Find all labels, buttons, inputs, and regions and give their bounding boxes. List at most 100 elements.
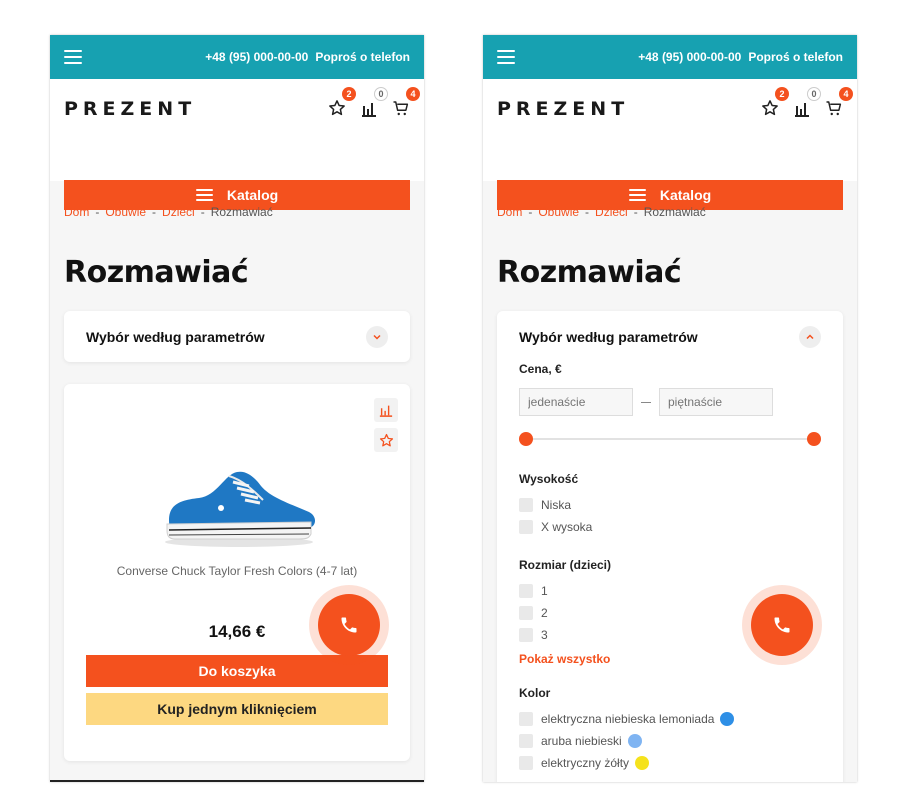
option-label: Niska [541, 498, 572, 512]
phone-icon [774, 617, 790, 633]
option-label: 1 [541, 584, 548, 598]
chevron-up-icon[interactable] [799, 325, 821, 348]
price-slider-track [525, 438, 815, 440]
option-label: 2 [541, 606, 548, 620]
height-filter-group: Wysokość Niska X wysoka [519, 472, 821, 538]
cart-button[interactable]: 4 [823, 87, 853, 117]
color-option[interactable]: elektryczna niebieska lemoniada [519, 708, 821, 730]
card-actions [374, 398, 398, 452]
color-option[interactable]: aruba niebieski [519, 730, 821, 752]
favorites-button[interactable]: 2 [326, 87, 356, 117]
color-swatch [627, 734, 642, 748]
breadcrumb-home[interactable]: Dom [497, 205, 522, 219]
breadcrumb-current: Rozmawiać [643, 205, 706, 219]
favorites-badge: 2 [342, 87, 356, 101]
cart-button[interactable]: 4 [390, 87, 420, 117]
breadcrumb: Dom - Obuwie - Dzieci - Rozmawiać [497, 205, 706, 219]
product-image[interactable] [159, 464, 319, 554]
option-label: 3 [541, 628, 548, 642]
product-name[interactable]: Converse Chuck Taylor Fresh Colors (4-7 … [64, 564, 410, 578]
price-slider[interactable] [519, 432, 821, 446]
call-button[interactable] [309, 585, 389, 665]
filter-toggle[interactable]: Wybór według parametrów [497, 311, 843, 362]
filter-panel-collapsed: Wybór według parametrów [64, 311, 410, 362]
filter-toggle[interactable]: Wybór według parametrów [64, 311, 410, 362]
chevron-down-icon[interactable] [366, 325, 388, 348]
cart-badge: 4 [839, 87, 853, 101]
logo[interactable]: PREZENT [64, 98, 196, 120]
cart-badge: 4 [406, 87, 420, 101]
phone-number[interactable]: +48 (95) 000-00-00 [638, 50, 741, 64]
option-label: X wysoka [541, 520, 593, 534]
cart-icon [393, 101, 409, 116]
color-label: Kolor [519, 686, 551, 700]
price-slider-min-handle[interactable] [519, 432, 533, 446]
compare-icon [795, 103, 809, 117]
compare-icon [362, 103, 376, 117]
price-range-inputs [519, 388, 821, 416]
menu-icon[interactable] [64, 50, 82, 64]
height-option[interactable]: Niska [519, 494, 821, 516]
mobile-screen-product-list: +48 (95) 000-00-00 Poproś o telefon PREZ… [50, 35, 424, 782]
call-button[interactable] [742, 585, 822, 665]
top-bar: +48 (95) 000-00-00 Poproś o telefon [50, 35, 424, 79]
compare-badge: 0 [374, 87, 388, 101]
breadcrumb: Dom - Obuwie - Dzieci - Rozmawiać [64, 205, 273, 219]
height-label: Wysokość [519, 472, 579, 486]
checkbox[interactable] [519, 584, 533, 598]
checkbox[interactable] [519, 628, 533, 642]
cart-icon [826, 101, 842, 116]
filter-title: Wybór według parametrów [86, 328, 265, 345]
phone-icon [341, 617, 357, 633]
price-to-input[interactable] [659, 388, 773, 416]
mobile-screen-filter-open: +48 (95) 000-00-00 Poproś o telefon PREZ… [483, 35, 857, 782]
callback-link[interactable]: Poproś o telefon [748, 50, 843, 64]
compare-icon[interactable] [374, 398, 398, 422]
price-from-input[interactable] [519, 388, 633, 416]
compare-button[interactable]: 0 [791, 87, 821, 117]
buy-one-click-button[interactable]: Kup jednym kliknięciem [86, 693, 388, 725]
color-option[interactable]: elektryczny żółty [519, 752, 821, 774]
main-content: Dom - Obuwie - Dzieci - Rozmawiać Rozmawiać Wy… [483, 181, 857, 782]
filter-title: Wybór według parametrów [519, 328, 698, 345]
product-card: Converse Chuck Taylor Fresh Colors (4-7 … [64, 384, 410, 761]
compare-button[interactable]: 0 [358, 87, 388, 117]
breadcrumb-kids[interactable]: Dzieci [162, 205, 195, 219]
star-icon[interactable] [374, 428, 398, 452]
checkbox[interactable] [519, 734, 533, 748]
checkbox[interactable] [519, 606, 533, 620]
page-title: Rozmawiać [64, 255, 249, 290]
price-slider-max-handle[interactable] [807, 432, 821, 446]
header-icons: 2 0 4 [759, 87, 853, 117]
top-bar: +48 (95) 000-00-00 Poproś o telefon [483, 35, 857, 79]
favorites-badge: 2 [775, 87, 789, 101]
breadcrumb-home[interactable]: Dom [64, 205, 89, 219]
star-icon [329, 100, 345, 116]
menu-icon[interactable] [497, 50, 515, 64]
breadcrumb-current: Rozmawiać [210, 205, 273, 219]
height-option[interactable]: X wysoka [519, 516, 821, 538]
phone-number[interactable]: +48 (95) 000-00-00 [205, 50, 308, 64]
header: PREZENT 2 0 4 Katalog [50, 79, 424, 210]
checkbox[interactable] [519, 712, 533, 726]
color-swatch [720, 712, 735, 726]
main-content: Dom - Obuwie - Dzieci - Rozmawiać Rozmawiać Wy… [50, 181, 424, 780]
color-filter-group: Kolor elektryczna niebieska lemoniada ar… [519, 686, 821, 774]
size-label: Rozmiar (dzieci) [519, 558, 612, 572]
logo[interactable]: PREZENT [497, 98, 629, 120]
price-label: Cena, € [519, 362, 562, 376]
breadcrumb-shoes[interactable]: Obuwie [538, 205, 579, 219]
callback-link[interactable]: Poproś o telefon [315, 50, 410, 64]
checkbox[interactable] [519, 520, 533, 534]
option-label: elektryczny żółty [541, 756, 630, 770]
color-swatch [635, 756, 650, 770]
breadcrumb-kids[interactable]: Dzieci [595, 205, 628, 219]
checkbox[interactable] [519, 498, 533, 512]
page-title: Rozmawiać [497, 255, 682, 290]
star-icon [762, 100, 778, 116]
header-icons: 2 0 4 [326, 87, 420, 117]
checkbox[interactable] [519, 756, 533, 770]
breadcrumb-shoes[interactable]: Obuwie [105, 205, 146, 219]
option-label: elektryczna niebieska lemoniada [541, 712, 715, 726]
favorites-button[interactable]: 2 [759, 87, 789, 117]
